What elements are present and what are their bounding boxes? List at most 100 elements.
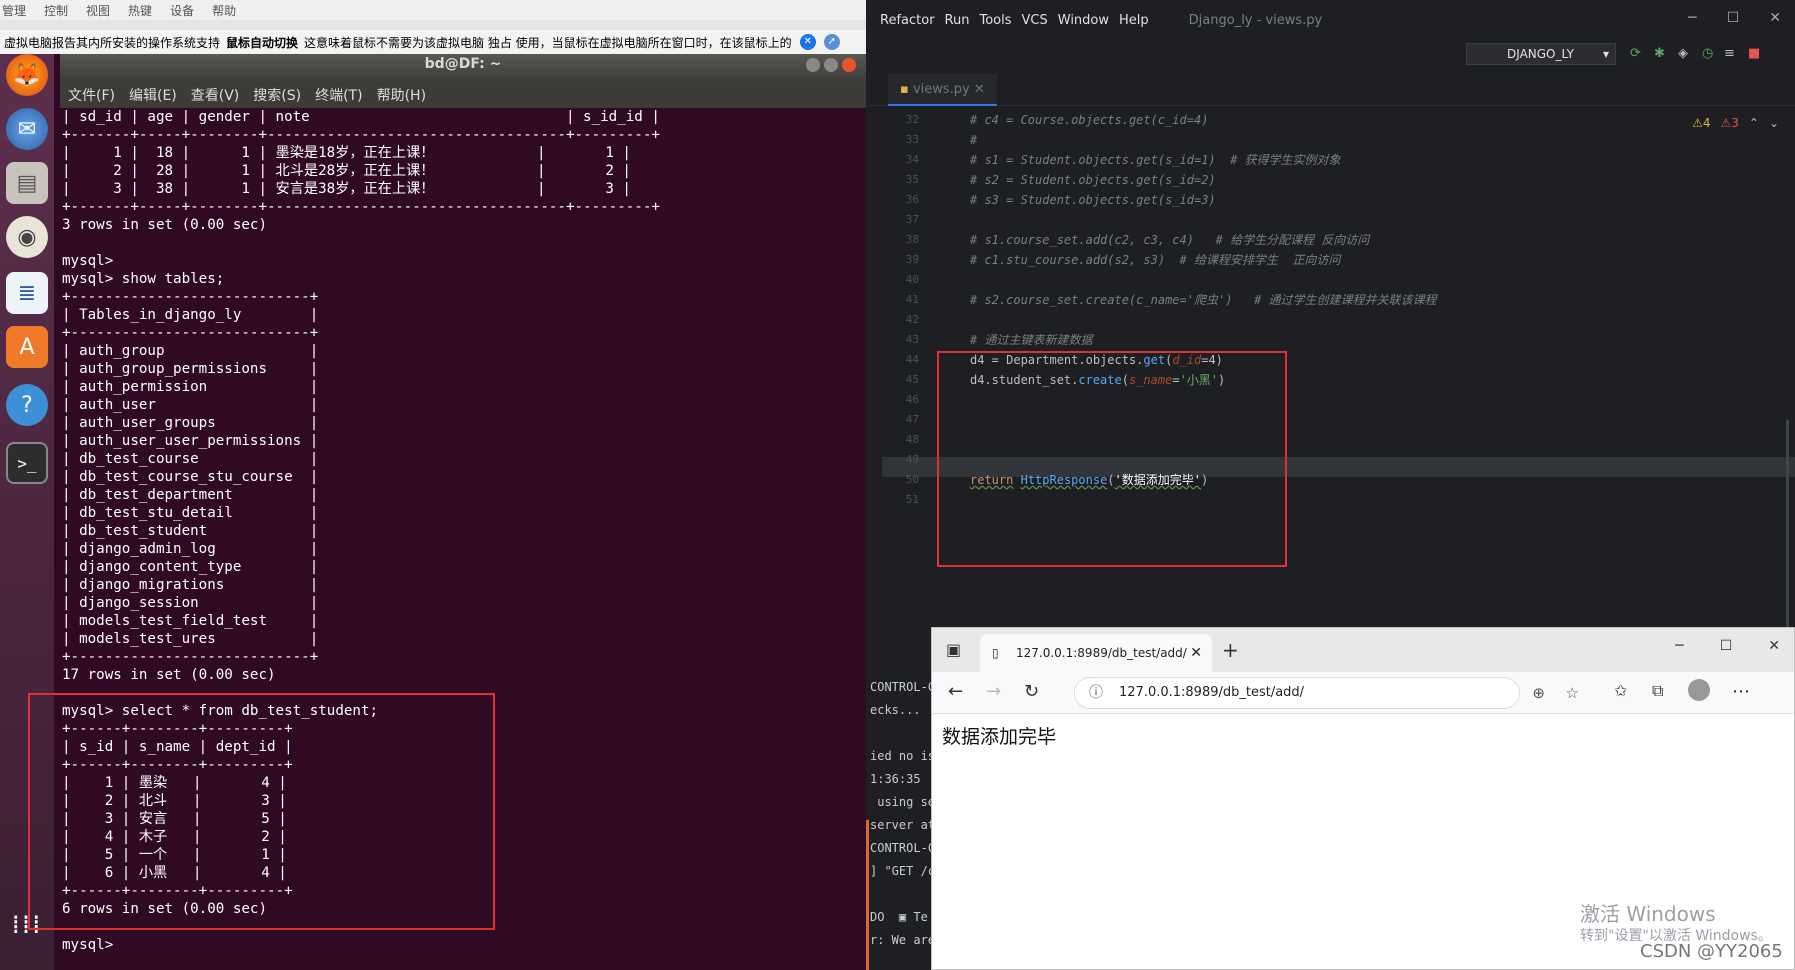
browser-tab-strip: ▣ ▯ 127.0.0.1:8989/db_test/add/ ✕ + ─ ☐ …	[932, 628, 1794, 672]
tab-close-icon[interactable]: ✕	[974, 82, 985, 97]
software-center-icon[interactable]: A	[6, 326, 48, 368]
terminal-line: | sd_id | age | gender | note | s_id_id …	[62, 109, 660, 125]
notice-text-pre: 虚拟电脑报告其内所安装的操作系统支持	[4, 35, 221, 50]
help-icon[interactable]: ?	[6, 384, 48, 426]
close-icon[interactable]	[842, 58, 856, 72]
error-count-value: 3	[1731, 116, 1739, 130]
thunderbird-icon[interactable]: ✉	[6, 108, 48, 150]
terminal-line: | models_test_ures |	[62, 631, 319, 647]
code-line-43: # 通过主键表新建数据	[970, 333, 1093, 347]
run-config-selector[interactable]: DJANGO_LY ▾	[1466, 43, 1616, 65]
terminal-line: | models_test_field_test |	[62, 613, 319, 629]
refresh-icon[interactable]: ↻	[1024, 681, 1039, 702]
mouse-integration-notice: 虚拟电脑报告其内所安装的操作系统支持 鼠标自动切换 这意味着鼠标不需要为该虚拟电…	[0, 30, 866, 54]
line-number: 46	[905, 393, 919, 406]
menu-refactor[interactable]: Refactor	[880, 13, 935, 28]
line-number: 42	[905, 313, 919, 326]
vm-menu-control[interactable]: 控制	[44, 2, 68, 19]
files-icon[interactable]: ▤	[6, 162, 48, 204]
code-line-36: # s3 = Student.objects.get(s_id=3)	[970, 193, 1216, 207]
debug-icon[interactable]: ✱	[1654, 46, 1665, 61]
code-line-38: # s1.course_set.add(c2, c3, c4) # 给学生分配课…	[970, 233, 1370, 247]
terminal-line: | auth_user_user_permissions |	[62, 433, 319, 449]
rerun-icon[interactable]: ⟳	[1630, 46, 1641, 61]
terminal-line: | db_test_student |	[62, 523, 319, 539]
terminal-line: | django_admin_log |	[62, 541, 319, 557]
terminal-title: bd@DF: ~	[424, 56, 502, 72]
vm-menu-devices[interactable]: 设备	[170, 2, 194, 19]
forward-icon[interactable]: →	[986, 681, 1001, 702]
ide-close-icon[interactable]: ✕	[1769, 10, 1781, 26]
term-menu-view[interactable]: 查看(V)	[191, 85, 240, 105]
terminal-line: | auth_permission |	[62, 379, 319, 395]
notice-close-icon[interactable]: ✕	[799, 34, 816, 50]
line-number: 50	[905, 473, 919, 486]
console-line: 1:36:35	[870, 772, 921, 786]
browser-minimize-icon[interactable]: ─	[1675, 638, 1683, 654]
code-line-34: # s1 = Student.objects.get(s_id=1) # 获得学…	[970, 153, 1341, 167]
ide-minimize-icon[interactable]: ─	[1688, 10, 1696, 26]
menu-vcs[interactable]: VCS	[1022, 13, 1048, 28]
browser-tab[interactable]: ▯ 127.0.0.1:8989/db_test/add/ ✕	[980, 634, 1212, 672]
avatar[interactable]	[1688, 679, 1710, 701]
collections-icon[interactable]: ⧉	[1652, 681, 1663, 701]
vm-menu-help[interactable]: 帮助	[212, 2, 236, 19]
error-count: ⚠3	[1720, 116, 1739, 130]
terminal-title-bar[interactable]: bd@DF: ~	[60, 54, 866, 82]
chevron-up-icon[interactable]: ⌃	[1749, 116, 1759, 130]
new-tab-icon[interactable]: +	[1222, 638, 1239, 662]
term-menu-file[interactable]: 文件(F)	[68, 85, 115, 105]
tab-actions-icon[interactable]: ▣	[946, 640, 961, 659]
vm-menu-hotkey[interactable]: 热键	[128, 2, 152, 19]
editor-tab-bar: ▪ views.py ✕	[866, 74, 1795, 106]
vm-menu-manage[interactable]: 管理	[2, 2, 26, 19]
writer-icon[interactable]: ≣	[6, 272, 48, 314]
favorites-icon[interactable]: ✩	[1614, 681, 1627, 700]
terminal-line: +----------------------------+	[62, 289, 319, 305]
run-list-icon[interactable]: ≡	[1724, 46, 1735, 61]
terminal-line: | 2 | 28 | 1 | 北斗是28岁，正在上课！ | 2 |	[62, 163, 631, 179]
windows-activation-title: 激活 Windows	[1580, 902, 1716, 926]
tab-views-py[interactable]: ▪ views.py ✕	[888, 74, 997, 106]
back-icon[interactable]: ←	[948, 681, 963, 702]
desktop: 管理 控制 视图 热键 设备 帮助 虚拟电脑报告其内所安装的操作系统支持 鼠标自…	[0, 0, 1795, 970]
address-bar[interactable]: ⓘ 127.0.0.1:8989/db_test/add/ ⊕ ☆	[1074, 677, 1579, 709]
tab-label: views.py	[912, 82, 970, 97]
term-menu-edit[interactable]: 编辑(E)	[129, 85, 177, 105]
editor-scrollbar[interactable]	[1786, 420, 1789, 630]
line-number: 36	[905, 193, 919, 206]
code-line-33: #	[970, 133, 978, 147]
vm-menu-view[interactable]: 视图	[86, 2, 110, 19]
menu-tools[interactable]: Tools	[979, 13, 1011, 28]
minimize-icon[interactable]	[806, 58, 820, 72]
coverage-icon[interactable]: ◈	[1678, 46, 1688, 61]
term-menu-help[interactable]: 帮助(H)	[377, 85, 426, 105]
menu-window[interactable]: Window	[1058, 13, 1109, 28]
terminal-line: | django_content_type |	[62, 559, 319, 575]
inspection-widget[interactable]: ⚠4 ⚠3 ⌃ ⌄	[1692, 116, 1779, 130]
stop-icon[interactable]: ■	[1748, 46, 1760, 61]
chevron-down-icon[interactable]: ⌄	[1769, 116, 1779, 130]
run-config-name: DJANGO_LY	[1507, 47, 1574, 61]
console-line: using se	[870, 795, 936, 809]
term-menu-search[interactable]: 搜索(S)	[253, 85, 301, 105]
terminal-line: mysql>	[62, 253, 114, 269]
profile-icon[interactable]: ◷	[1702, 46, 1713, 61]
browser-close-icon[interactable]: ✕	[1768, 638, 1780, 654]
menu-run[interactable]: Run	[945, 13, 970, 28]
zoom-icon[interactable]: ⊕	[1532, 678, 1545, 708]
info-icon[interactable]: ⓘ	[1089, 678, 1103, 708]
menu-help[interactable]: Help	[1119, 13, 1149, 28]
csdn-watermark: CSDN @YY2065	[1640, 941, 1783, 962]
more-icon[interactable]: ⋯	[1732, 681, 1750, 702]
tab-close-icon[interactable]: ✕	[1190, 634, 1202, 672]
terminal-line: +----------------------------+	[62, 325, 319, 341]
terminal-icon[interactable]: >_	[6, 442, 48, 484]
favorite-add-icon[interactable]: ☆	[1566, 678, 1579, 708]
maximize-icon[interactable]	[824, 58, 838, 72]
firefox-icon[interactable]: 🦊	[6, 54, 48, 96]
ide-maximize-icon[interactable]: ☐	[1727, 10, 1740, 26]
browser-maximize-icon[interactable]: ☐	[1720, 638, 1733, 654]
rhythmbox-icon[interactable]: ◉	[6, 216, 48, 258]
term-menu-terminal[interactable]: 终端(T)	[315, 85, 362, 105]
